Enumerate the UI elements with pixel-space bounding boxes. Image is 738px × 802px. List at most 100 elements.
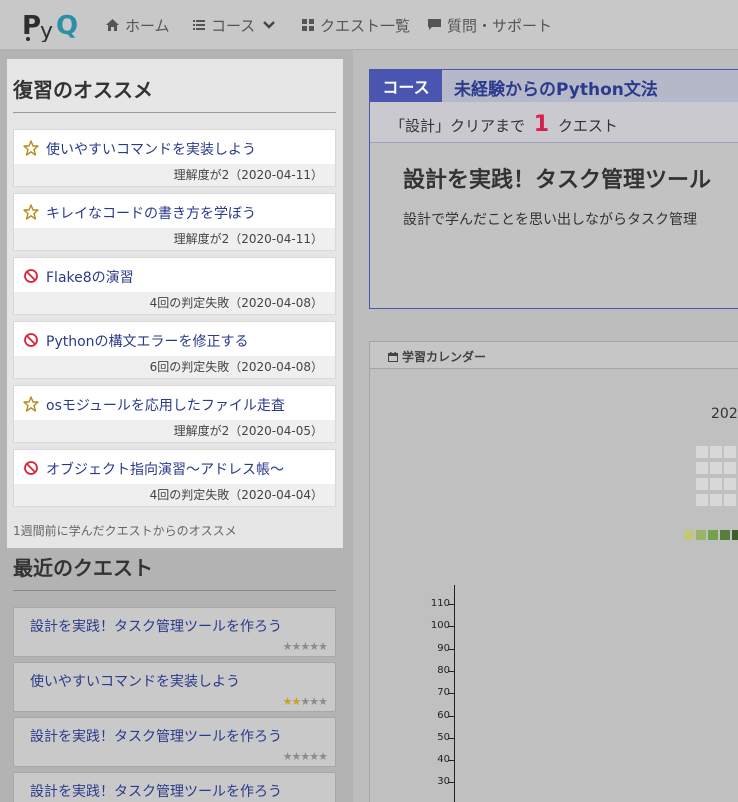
recommend-card[interactable]: 使いやすいコマンドを実装しよう理解度が2（2020-04-11）: [13, 129, 336, 187]
star-icon: [23, 140, 39, 156]
rating-star-icon: ★: [309, 640, 319, 653]
rating-star-icon: ★: [318, 695, 328, 708]
recent-quest-title[interactable]: 使いやすいコマンドを実装しよう: [30, 671, 240, 691]
calendar-day-cell: [710, 478, 722, 490]
recent-quest-title[interactable]: 設計を実践！タスク管理ツールを作ろう: [30, 726, 282, 746]
recommend-card[interactable]: osモジュールを応用したファイル走査理解度が2（2020-04-05）: [13, 385, 336, 443]
nav-course-label: コース: [211, 16, 256, 35]
rating-star-icon: ★: [282, 750, 293, 763]
calendar-year: 202: [711, 406, 738, 422]
legend-swatch: [720, 530, 730, 540]
rating-star-icon: ★: [300, 640, 310, 653]
prohibited-icon: [23, 332, 39, 348]
calendar-day-cell: [710, 494, 722, 506]
prohibited-icon: [23, 460, 39, 476]
recommend-title: 復習のオススメ: [13, 78, 153, 102]
y-axis-tick-label: 60: [437, 709, 450, 721]
legend-swatch: [732, 530, 738, 540]
recommend-card[interactable]: Flake8の演習 4回の判定失敗（2020-04-08）: [13, 257, 336, 315]
recent-quests-title: 最近のクエスト: [13, 556, 153, 580]
calendar-title-label: 学習カレンダー: [402, 350, 487, 364]
learning-calendar-panel: 学習カレンダー 202 110 100 90 80 70 60 50 40 30: [369, 341, 738, 802]
recent-quest-card[interactable]: 設計を実践！タスク管理ツールを作ろう★★★★★: [13, 607, 336, 657]
remaining-suffix: クエスト: [557, 117, 618, 135]
legend-swatch: [684, 530, 694, 540]
calendar-day-cell: [696, 478, 708, 490]
svg-text:y: y: [40, 19, 53, 42]
star-icon: [23, 396, 39, 412]
calendar-day-cell: [696, 446, 708, 458]
recommend-card-meta: 理解度が2（2020-04-11）: [173, 168, 323, 182]
recommend-card-meta: 6回の判定失敗（2020-04-08）: [149, 360, 323, 374]
pyq-logo[interactable]: P y Q: [22, 8, 84, 42]
prohibited-icon: [23, 268, 39, 284]
y-axis-tick-label: 70: [437, 687, 450, 699]
recommend-card-meta: 理解度が2（2020-04-05）: [173, 424, 323, 438]
next-quest-description: 設計で学んだことを思い出しながらタスク管理: [403, 212, 697, 228]
recent-quest-title[interactable]: 設計を実践！タスク管理ツールを作ろう: [30, 616, 282, 636]
recommend-card-meta: 理解度が2（2020-04-11）: [173, 232, 323, 246]
course-progress-panel: コース 未経験からのPython文法 「設計」クリアまで 1 クエスト 設計を実…: [369, 69, 738, 309]
recommend-card-title[interactable]: 使いやすいコマンドを実装しよう: [46, 139, 256, 159]
calendar-day-cell: [724, 478, 736, 490]
grid-icon: [302, 19, 314, 31]
recommend-card-title[interactable]: Pythonの構文エラーを修正する: [46, 331, 249, 351]
calendar-day-cell: [696, 462, 708, 474]
next-quest-title[interactable]: 設計を実践！タスク管理ツール: [403, 162, 711, 194]
remaining-prefix: 「設計」クリアまで: [390, 117, 526, 135]
recommend-card[interactable]: Pythonの構文エラーを修正する 6回の判定失敗（2020-04-08）: [13, 321, 336, 379]
course-name-link[interactable]: 未経験からのPython文法: [454, 75, 658, 100]
recommend-card-meta: 4回の判定失敗（2020-04-08）: [149, 296, 323, 310]
calendar-day-cell: [696, 494, 708, 506]
nav-course-dropdown[interactable]: コース: [193, 0, 276, 50]
rating-star-icon: ★: [282, 695, 293, 708]
calendar-day-cell: [724, 494, 736, 506]
rating-star-icon: ★: [318, 750, 328, 763]
star-icon: [23, 204, 39, 220]
rating-star-icon: ★: [318, 640, 328, 653]
recommend-card[interactable]: オブジェクト指向演習〜アドレス帳〜 4回の判定失敗（2020-04-04）: [13, 449, 336, 507]
nav-quest-list[interactable]: クエスト一覧: [302, 0, 410, 50]
list-icon: [193, 20, 205, 30]
recommend-card-title[interactable]: Flake8の演習: [46, 267, 134, 287]
recommend-card-title[interactable]: オブジェクト指向演習〜アドレス帳〜: [46, 459, 284, 479]
svg-text:P: P: [22, 11, 41, 41]
recent-quest-card[interactable]: 使いやすいコマンドを実装しよう ★★★★★: [13, 662, 336, 712]
quest-rating: ★★★★★: [282, 750, 328, 763]
legend-swatch: [708, 530, 718, 540]
recommend-card-title[interactable]: キレイなコードの書き方を学ぼう: [46, 203, 256, 223]
chevron-down-icon: [263, 18, 276, 32]
nav-support[interactable]: 質問・サポート: [428, 0, 552, 50]
divider: [13, 590, 336, 591]
home-icon: [106, 19, 119, 31]
calendar-title: 学習カレンダー: [388, 348, 486, 365]
recommend-card-title[interactable]: osモジュールを応用したファイル走査: [46, 395, 285, 415]
recent-quest-title[interactable]: 設計を実践！タスク管理ツールを作ろう: [30, 781, 282, 801]
calendar-day-cell: [724, 446, 736, 458]
nav-home[interactable]: ホーム: [106, 0, 170, 50]
divider: [13, 112, 336, 113]
calendar-day-cell: [724, 462, 736, 474]
recent-quest-card[interactable]: 設計を実践！タスク管理ツールを作ろう★★★★★: [13, 772, 336, 802]
nav-quest-list-label: クエスト一覧: [320, 16, 411, 35]
recent-quest-card[interactable]: 設計を実践！タスク管理ツールを作ろう★★★★★: [13, 717, 336, 767]
y-axis-tick-label: 110: [430, 598, 450, 609]
y-axis-tick-label: 50: [437, 731, 450, 743]
recommend-card[interactable]: キレイなコードの書き方を学ぼう理解度が2（2020-04-11）: [13, 193, 336, 251]
rating-star-icon: ★: [309, 695, 319, 708]
recommend-card-meta: 4回の判定失敗（2020-04-04）: [149, 488, 323, 502]
chart-y-axis: [454, 585, 455, 802]
y-axis-tick-label: 40: [437, 754, 450, 766]
remaining-count: 1: [533, 112, 550, 137]
y-axis-tick-label: 100: [430, 620, 450, 632]
recommend-footnote: 1週間前に学んだクエストからのオススメ: [13, 524, 237, 538]
y-axis-tick-label: 30: [437, 776, 450, 788]
rating-star-icon: ★: [282, 640, 293, 653]
calendar-header: 学習カレンダー: [370, 342, 738, 369]
nav-support-label: 質問・サポート: [447, 16, 553, 35]
legend-swatch: [696, 530, 706, 540]
y-axis-tick-label: 80: [437, 664, 450, 676]
svg-text:Q: Q: [56, 11, 78, 41]
top-navbar: P y Q ホーム コース クエスト一覧 質問・サポート: [0, 0, 738, 50]
quest-rating: ★★★★★: [282, 640, 328, 653]
